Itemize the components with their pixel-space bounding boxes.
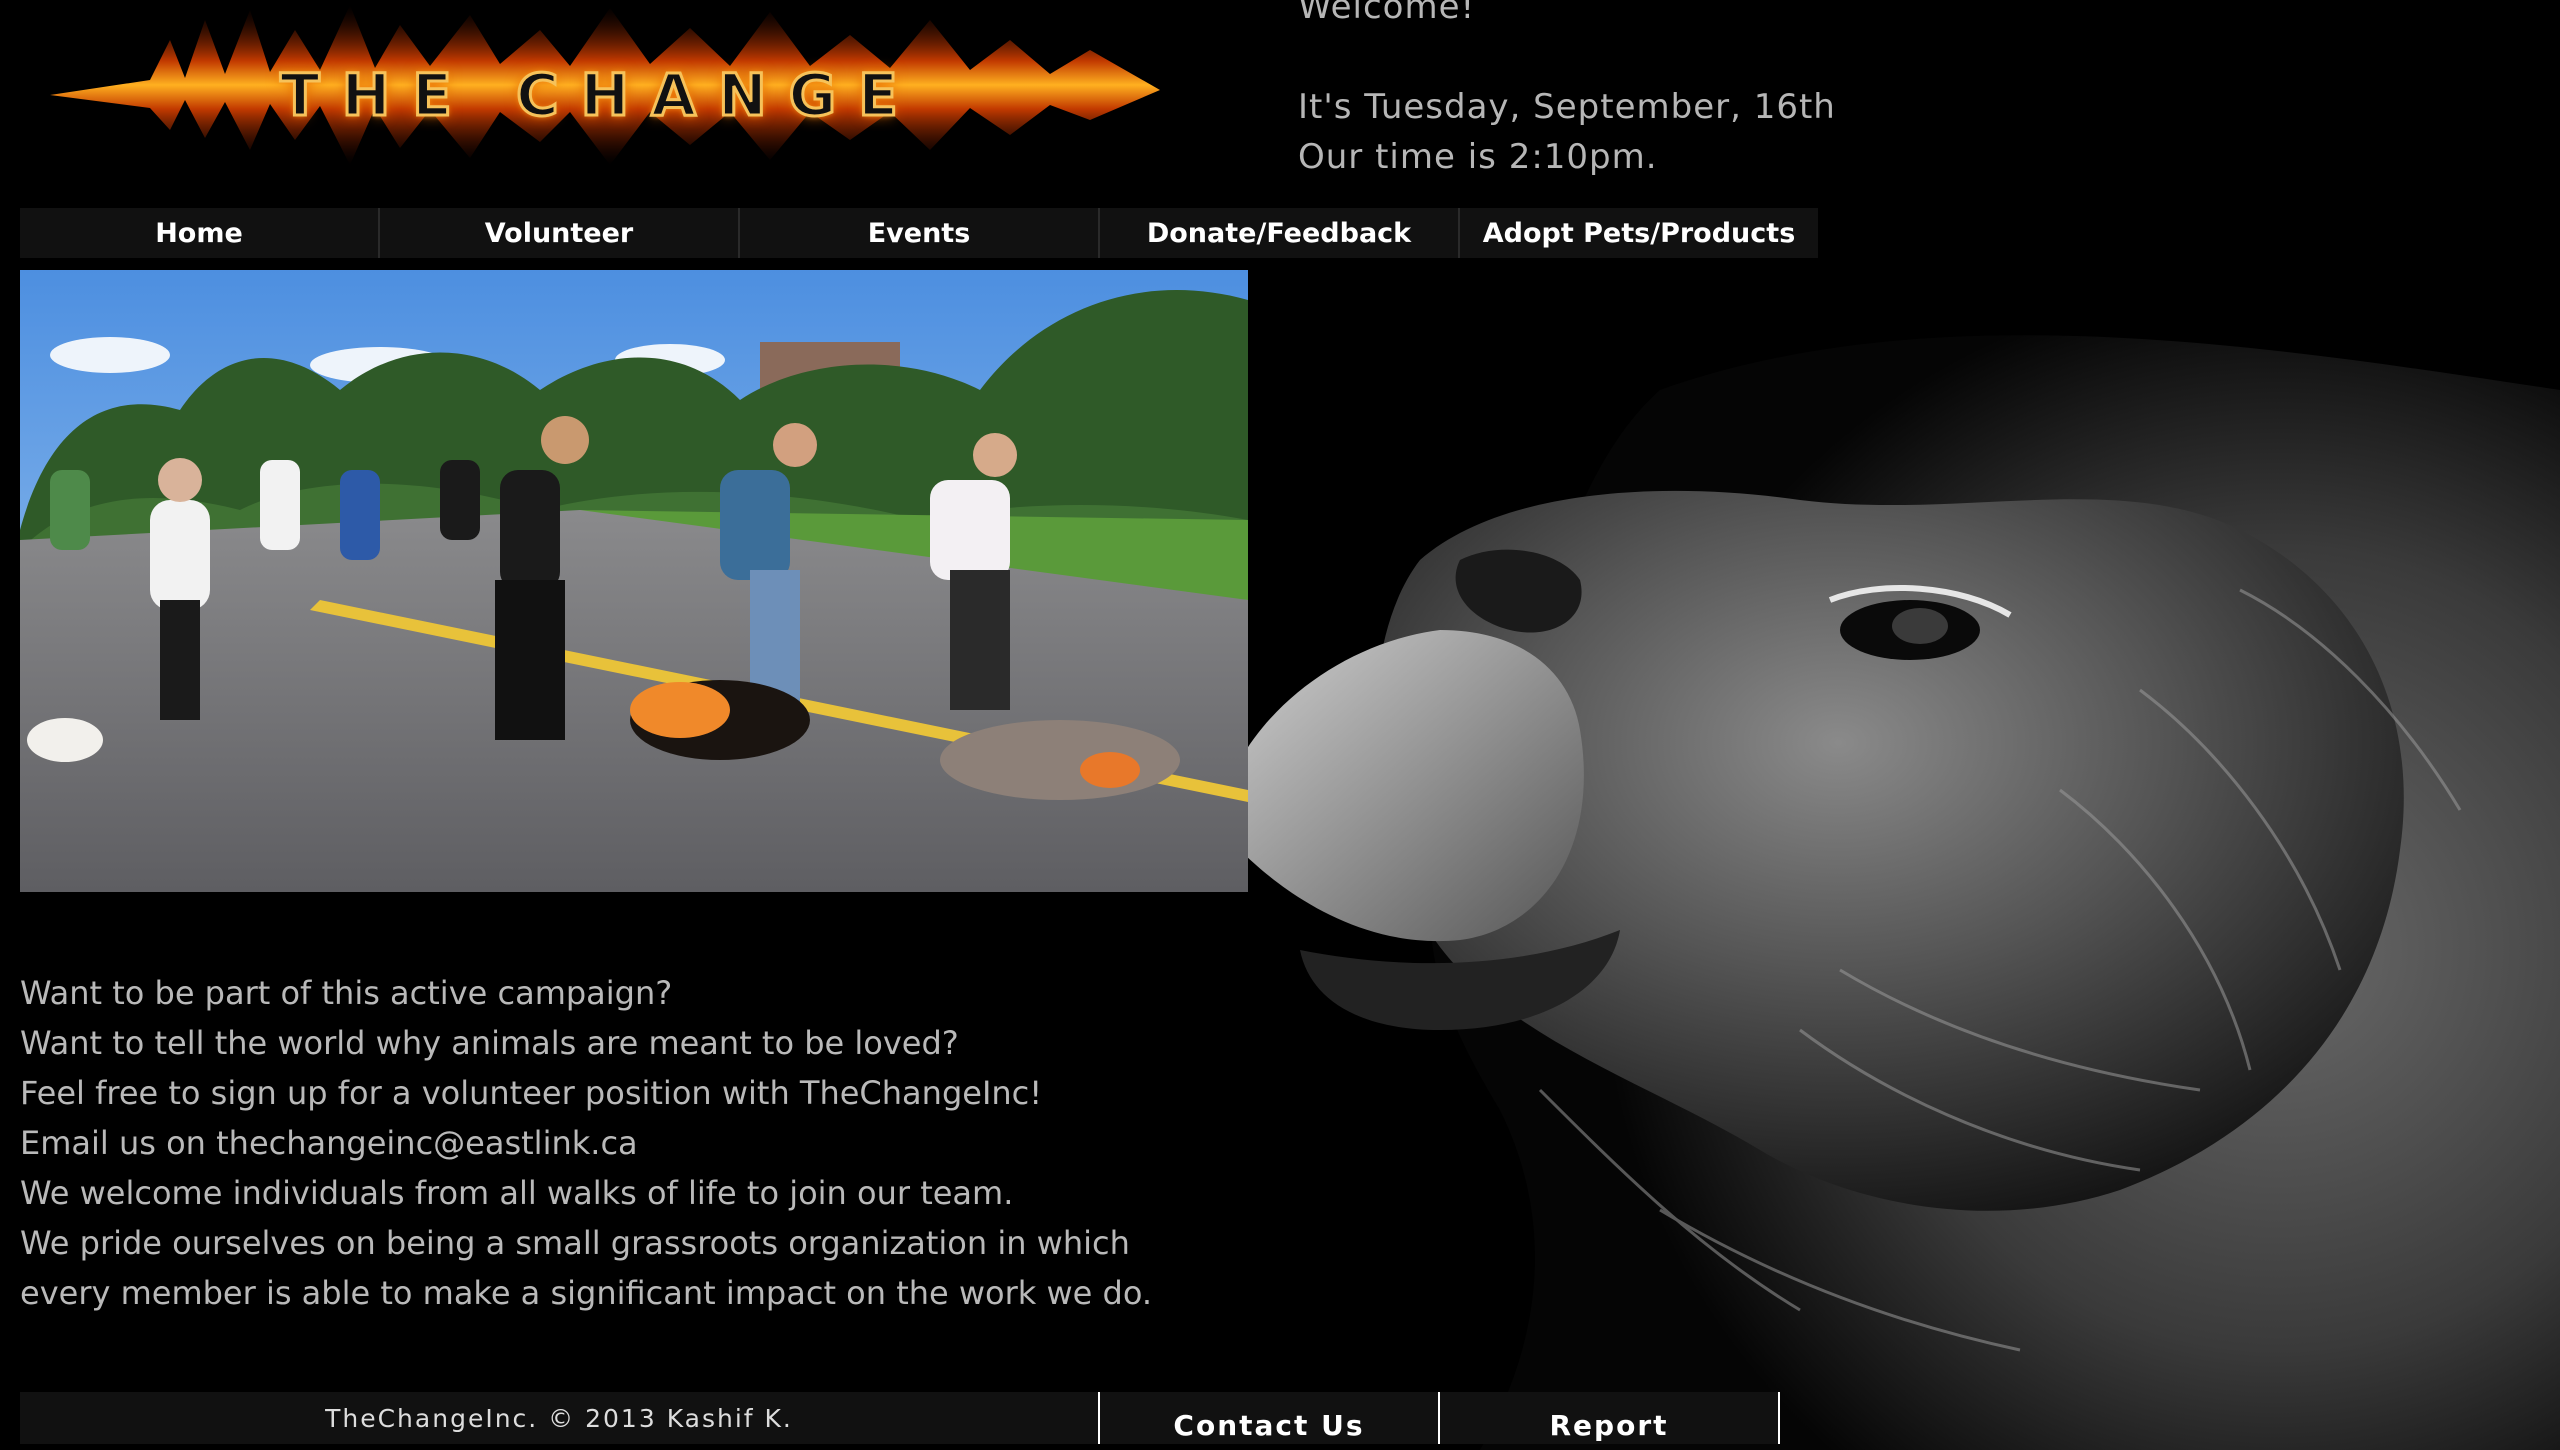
copyright-text: TheChangeInc. © 2013 Kashif K.	[20, 1392, 1100, 1444]
page: THE CHANGE Welcome! It's Tuesday, Septem…	[0, 0, 2560, 1450]
lion-portrait-image	[1240, 335, 2560, 1450]
welcome-panel: Welcome! It's Tuesday, September, 16th O…	[1298, 0, 1836, 182]
volunteer-info-text: Want to be part of this active campaign?…	[20, 968, 1152, 1318]
nav-item-adopt-pets-products[interactable]: Adopt Pets/Products	[1460, 208, 1818, 258]
main-nav: Home Volunteer Events Donate/Feedback Ad…	[20, 208, 1818, 258]
info-line: Want to tell the world why animals are m…	[20, 1024, 959, 1062]
nav-item-donate-feedback[interactable]: Donate/Feedback	[1100, 208, 1460, 258]
date-line: It's Tuesday, September, 16th	[1298, 87, 1836, 127]
nav-item-volunteer[interactable]: Volunteer	[380, 208, 740, 258]
welcome-heading: Welcome!	[1298, 0, 1476, 27]
info-line: Feel free to sign up for a volunteer pos…	[20, 1074, 1043, 1112]
time-line: Our time is 2:10pm.	[1298, 137, 1658, 177]
dog-walk-photo	[20, 270, 1248, 892]
info-line: every member is able to make a significa…	[20, 1274, 1153, 1312]
dog-walk-photo-image	[20, 270, 1248, 892]
info-line-email: Email us on thechangeinc@eastlink.ca	[20, 1124, 638, 1162]
info-line: We welcome individuals from all walks of…	[20, 1174, 1014, 1212]
logo-text: THE CHANGE	[279, 59, 920, 130]
site-logo[interactable]: THE CHANGE	[30, 0, 1170, 175]
info-line: We pride ourselves on being a small gras…	[20, 1224, 1130, 1262]
info-line: Want to be part of this active campaign?	[20, 974, 673, 1012]
report-link[interactable]: Report	[1440, 1392, 1780, 1444]
nav-item-home[interactable]: Home	[20, 208, 380, 258]
contact-us-link[interactable]: Contact Us	[1100, 1392, 1440, 1444]
footer: TheChangeInc. © 2013 Kashif K. Contact U…	[20, 1392, 1780, 1444]
nav-item-events[interactable]: Events	[740, 208, 1100, 258]
